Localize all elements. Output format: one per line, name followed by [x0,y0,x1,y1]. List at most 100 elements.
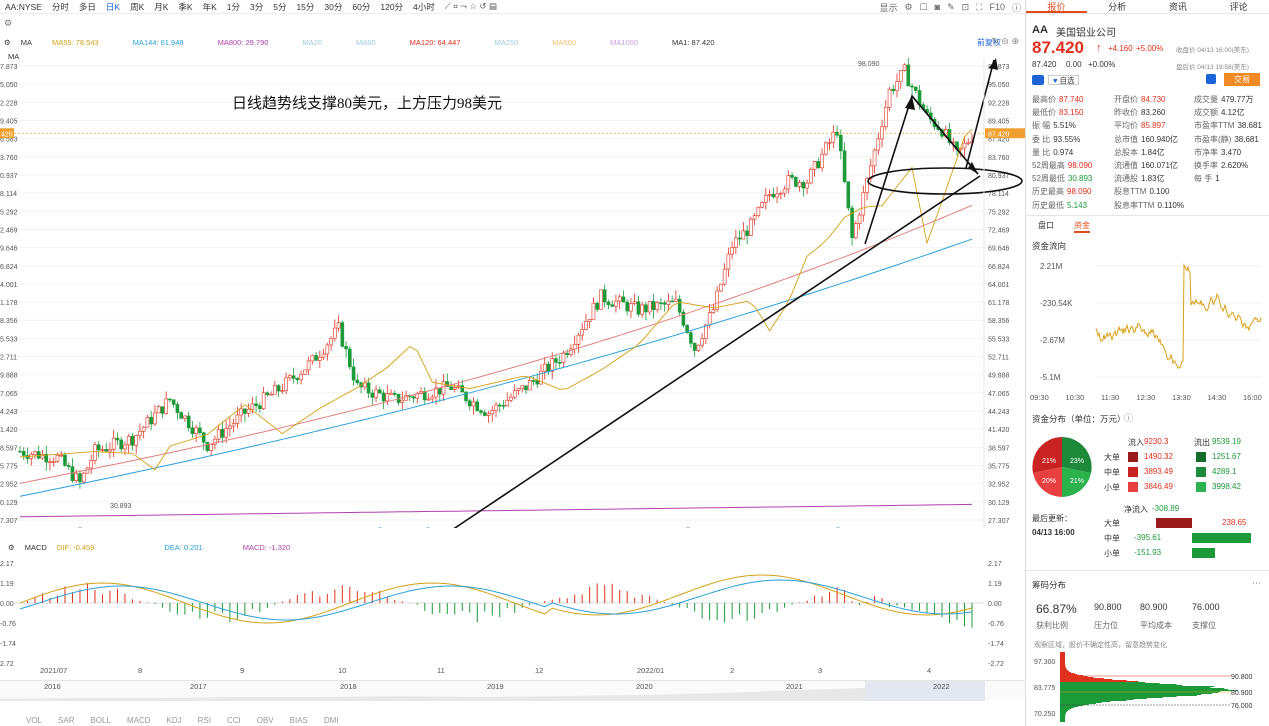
chip-bar [1060,690,1238,691]
period-10[interactable]: 15分 [291,1,319,13]
bell-icon[interactable] [1206,74,1216,84]
help-icon[interactable]: ⓘ [1124,411,1133,424]
ma-legend-item[interactable]: MA144: 61.948 [133,38,184,47]
candle-body [689,332,693,344]
display-button[interactable]: 显示 [879,1,897,14]
chip-bar [1060,669,1068,670]
ma-legend-item[interactable]: MA800: 29.790 [218,38,269,47]
period-8[interactable]: 3分 [245,1,268,13]
zoom-icons[interactable]: ↻ ⊖ ⊕ [991,36,1019,47]
panel-tab[interactable]: 评论 [1208,0,1269,13]
lock-icon[interactable]: ⊡ [962,2,970,13]
ma-legend-item[interactable]: MA60 [356,38,376,47]
candle-body [749,218,753,236]
ma-legend-item[interactable]: MA20 [302,38,322,47]
indicator-tab[interactable]: KDJ [167,716,182,726]
settings-icon[interactable]: ⚙ [4,18,12,28]
camera-icon[interactable]: ◙ [935,2,940,12]
price-tick: 9.646 [0,246,18,253]
panel-tab[interactable]: 报价 [1026,0,1087,13]
candle-body [557,362,562,364]
candle-body [318,356,322,361]
net-bar [1192,533,1252,543]
period-4[interactable]: 月K [149,1,173,13]
share-icon[interactable] [1032,75,1044,85]
ma-settings-icon[interactable]: ⚙ [4,38,11,47]
indicator-tab[interactable]: SAR [58,716,74,726]
panel-tab[interactable]: 资讯 [1148,0,1209,13]
support-ellipse[interactable] [867,167,1023,195]
macd-chart[interactable]: 2.17 2.17 1.19 1.19 0.00 0.00 -0.76 -0.76 -1.74 -… [0,555,1025,675]
trade-button[interactable]: 交易 [1224,73,1260,86]
indicator-tab[interactable]: BIAS [290,716,308,726]
candle-body [737,237,742,240]
period-2[interactable]: 日K [101,1,125,13]
indicator-tab[interactable]: MACD [127,716,151,726]
candle-body [51,461,56,463]
candle-body [730,247,734,255]
candle-body [962,142,967,149]
panel-tab[interactable]: 分析 [1087,0,1148,13]
f10-button[interactable]: F10 [989,2,1005,12]
indicator-tab[interactable]: RSI [198,716,211,726]
candle-body [880,126,884,140]
trend-line[interactable] [440,175,981,528]
tab-fund[interactable]: 资金 [1074,220,1090,233]
quote-cell: 流通值 160.071亿 [1114,160,1178,170]
dist-out-swatch [1196,482,1206,492]
period-7[interactable]: 1分 [222,1,245,13]
candle-body [449,386,453,390]
info-icon[interactable]: ⓘ [1012,1,1021,14]
tab-orderbook[interactable]: 盘口 [1038,220,1054,231]
symbol-label[interactable]: AA:NYSE [0,2,47,12]
ma-legend-item[interactable]: MA55: 78.543 [52,38,99,47]
period-12[interactable]: 60分 [347,1,375,13]
watchlist-button[interactable]: ♥ 自选 [1048,75,1080,85]
indicator-tab[interactable]: CCI [227,716,241,726]
candle-body [93,444,97,461]
wave-lines[interactable] [864,94,979,245]
navigator-labels: 2016 2017 2018 2019 2020 2021 2022 [0,682,1025,694]
square-icon[interactable]: ☐ [920,2,928,13]
candlestick-chart[interactable]: 7.873 87.8735.050 95.0502.228 92.2289.405 89… [0,58,1025,528]
gear-icon[interactable]: ⚙ [904,2,912,13]
period-6[interactable]: 年K [198,1,222,13]
pencil-icon[interactable]: ✎ [947,2,955,13]
period-9[interactable]: 5分 [268,1,291,13]
period-13[interactable]: 120分 [375,1,408,13]
more-icon[interactable]: ⋯ [1252,578,1261,589]
period-5[interactable]: 季K [173,1,197,13]
chip-bar [1060,653,1066,654]
dist-out-swatch [1196,467,1206,477]
indicator-tab[interactable]: OBV [257,716,274,726]
indicator-tab[interactable]: BOLL [90,716,110,726]
ma-legend-item[interactable]: MA250 [495,38,519,47]
fullscreen-icon[interactable]: ⛶ [976,2,982,13]
ma-legend-item[interactable]: MA1: 87.420 [672,38,715,47]
period-3[interactable]: 周K [125,1,149,13]
period-11[interactable]: 30分 [319,1,347,13]
ma-legend-item[interactable]: MA [21,38,32,47]
ma-legend-item[interactable]: MA500 [552,38,576,47]
ma-legend-item[interactable]: MA1000 [610,38,638,47]
macd-settings-icon[interactable]: ⚙ [8,543,15,552]
candle-body [89,460,94,469]
fund-flow-chart[interactable]: 2.21M -230.54K -2.67M -5.1M 09:30 10:30 11:30 1… [1026,255,1269,403]
ma-legend-item[interactable]: MA120: 64.447 [410,38,461,47]
period-1[interactable]: 多日 [74,1,101,13]
price-tick: 9.888 [0,373,18,380]
indicator-tab[interactable]: DMI [324,716,339,726]
candle-body [186,415,191,429]
chip-bar [1060,673,1075,674]
period-14[interactable]: 4小时 [408,1,440,13]
price-tick: 7.307 [0,518,18,525]
price-tick-right: 80.937 [988,173,1010,180]
candle-body [201,432,206,443]
quote-cell: 52周最高 98.090 [1032,160,1093,170]
period-0[interactable]: 分时 [47,1,74,13]
draw-tools-icon[interactable]: ⟋ ⌗ ⤳ ☆ ↺ ▤ [440,1,502,12]
price-tick-right: 41.420 [988,427,1010,434]
up-arrow-line[interactable] [965,59,995,169]
time-label: 9 [240,666,245,675]
indicator-tab[interactable]: VOL [26,716,42,726]
